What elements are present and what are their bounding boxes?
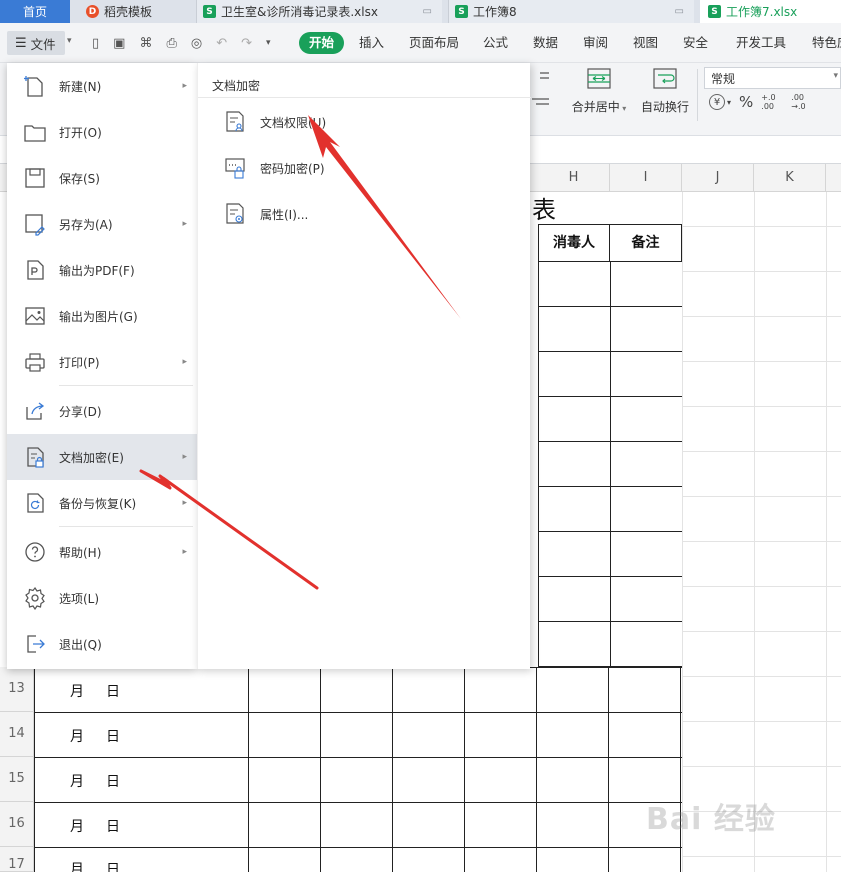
red-arrow-upper: [308, 115, 461, 319]
red-arrow-lower: [139, 469, 319, 590]
baidu-watermark: Bai 经验: [646, 802, 776, 837]
annotation-arrows: [139, 115, 461, 590]
